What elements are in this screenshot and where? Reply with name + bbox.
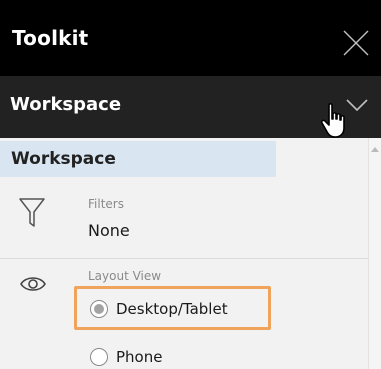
toolkit-title: Toolkit xyxy=(12,26,89,50)
filter-icon xyxy=(19,198,45,227)
scrollbar[interactable] xyxy=(368,138,381,369)
workspace-dropdown-label: Workspace xyxy=(10,94,122,115)
layout-view-row: Layout View Desktop/Tablet Phone xyxy=(0,259,368,369)
layout-view-label: Layout View xyxy=(88,269,162,283)
toolkit-panel: Toolkit Workspace Workspace Filters None xyxy=(0,0,381,369)
radio-button-unchecked[interactable] xyxy=(90,348,108,366)
toolkit-content: Workspace Filters None Layout View Deskt… xyxy=(0,138,368,369)
radio-desktop-tablet[interactable]: Desktop/Tablet xyxy=(90,297,228,321)
radio-button-checked[interactable] xyxy=(90,300,108,318)
eye-icon xyxy=(20,277,46,291)
radio-phone[interactable]: Phone xyxy=(90,345,162,369)
filters-value: None xyxy=(88,221,130,240)
section-header-label: Workspace xyxy=(11,149,116,169)
radio-label-phone: Phone xyxy=(116,348,163,366)
filters-row[interactable]: Filters None xyxy=(0,182,368,259)
hand-pointer-icon xyxy=(320,103,345,138)
toolkit-titlebar: Toolkit xyxy=(0,0,381,76)
section-header: Workspace xyxy=(0,141,276,177)
filters-label: Filters xyxy=(88,197,124,211)
close-icon[interactable] xyxy=(343,30,369,56)
scroll-up-icon[interactable] xyxy=(371,147,379,152)
radio-label-desktop-tablet: Desktop/Tablet xyxy=(116,300,228,318)
